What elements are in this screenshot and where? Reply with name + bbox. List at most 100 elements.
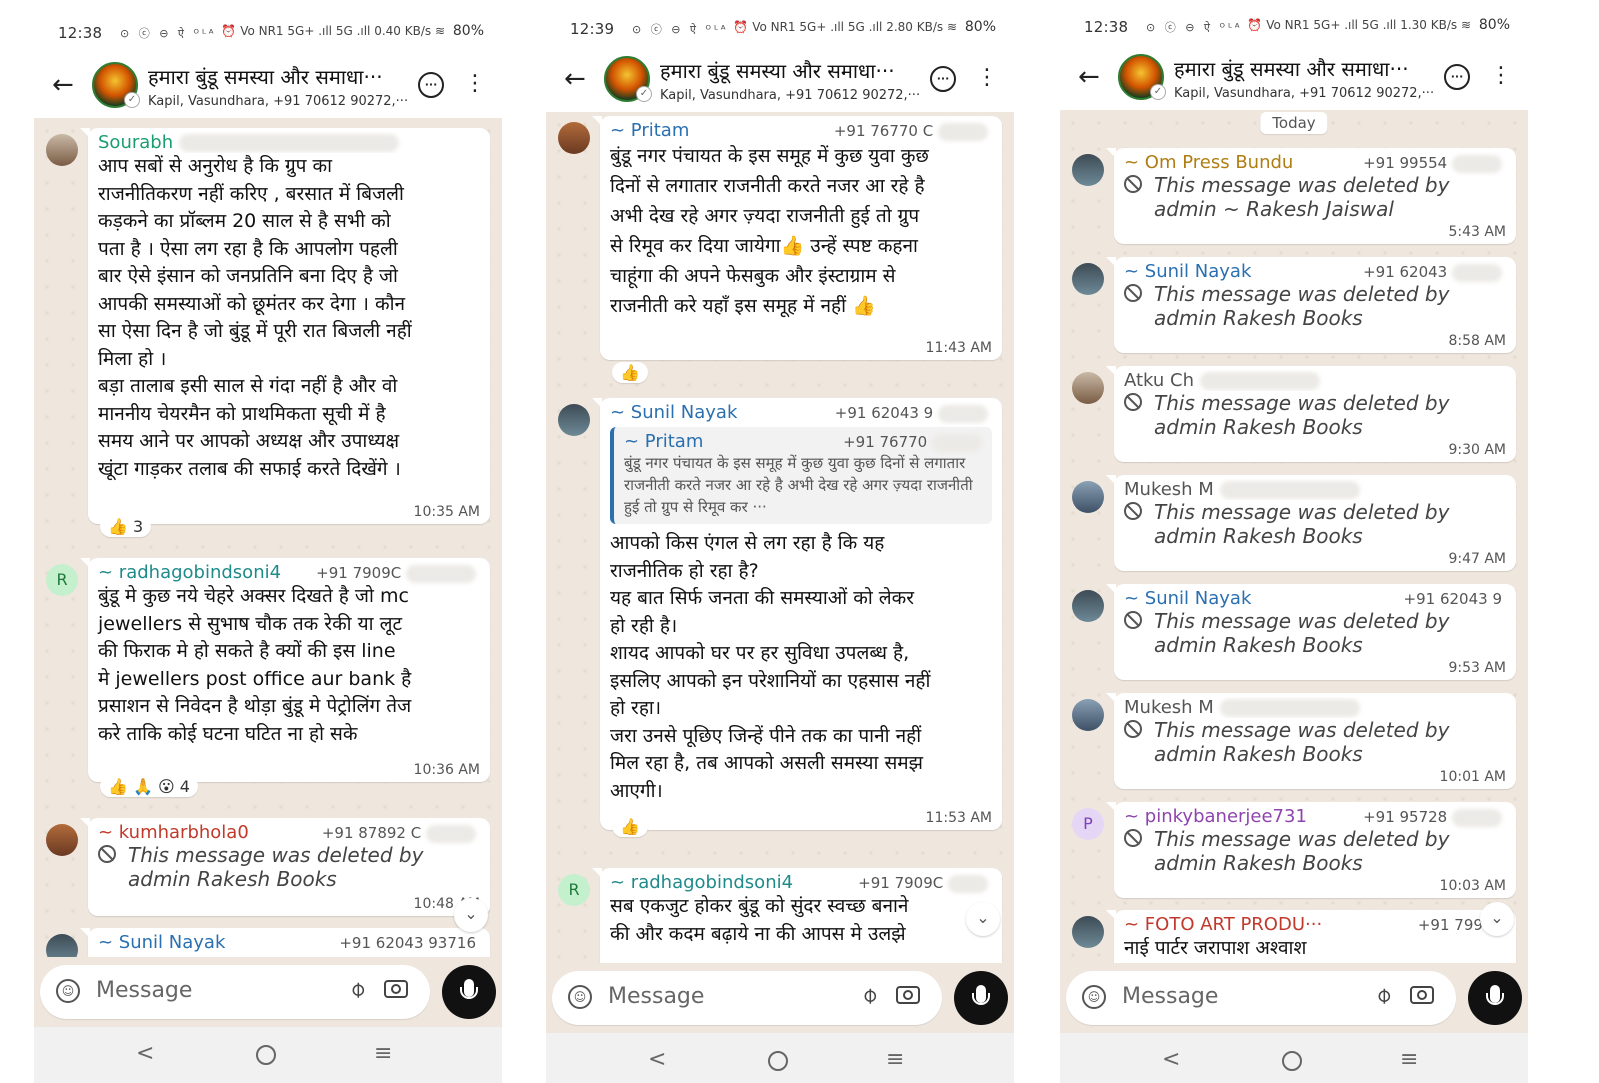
sender-name[interactable]: ~ FOTO ART PRODU··· +91 79922 (1124, 914, 1506, 935)
avatar[interactable] (1072, 590, 1104, 622)
sticker-icon[interactable]: ☺ (1082, 985, 1106, 1009)
sender-name[interactable]: ~ Sunil Nayak +91 62043 9 (610, 402, 992, 423)
chat-area[interactable]: ~ Pritam +91 76770 C बुंडू नगर पंचायत के … (546, 112, 1014, 965)
quoted-message[interactable]: ~ Pritam +91 76770 बुंडू नगर पंचायत के इ… (610, 427, 992, 524)
more-options-icon[interactable]: ⋮ (1488, 64, 1514, 90)
community-chat-icon[interactable]: ··· (418, 72, 444, 98)
message-bubble[interactable]: Atku Ch This message was deleted by admi… (1106, 366, 1516, 462)
group-members[interactable]: Kapil, Vasundhara, +91 70612 90272,··· (660, 88, 930, 103)
message-bubble[interactable]: ~ Sunil Nayak +91 62043 9 ~ Pritam +91 76… (592, 398, 1002, 830)
sender-name[interactable]: ~ kumharbhola0 +91 87892 C (98, 822, 480, 843)
group-avatar[interactable]: ✓ (604, 56, 652, 102)
scroll-to-bottom-button[interactable]: ⌄ (454, 898, 488, 932)
message-bubble[interactable]: ~ kumharbhola0 +91 87892 C This message w… (80, 818, 490, 916)
sender-name[interactable]: ~ radhagobindsoni4 +91 7909C (98, 562, 480, 583)
message-bubble[interactable]: ~ Sunil Nayak +91 62043 93716 (80, 928, 490, 958)
sender-name[interactable]: ~ pinkybanerjee731 +91 95728 (1124, 806, 1506, 827)
camera-icon[interactable] (384, 980, 408, 998)
reaction-pill[interactable]: 👍 (612, 362, 648, 383)
avatar[interactable] (1072, 481, 1104, 513)
avatar[interactable] (46, 134, 78, 166)
avatar[interactable] (1072, 154, 1104, 186)
nav-recents-icon[interactable]: ≡ (886, 1047, 904, 1072)
nav-back-icon[interactable]: < (136, 1041, 154, 1066)
scroll-to-bottom-button[interactable]: ⌄ (966, 902, 1000, 936)
scroll-to-bottom-button[interactable]: ⌄ (1480, 902, 1514, 936)
sender-name[interactable]: ~ radhagobindsoni4 +91 7909C (610, 872, 992, 893)
more-options-icon[interactable]: ⋮ (462, 72, 488, 98)
chat-area[interactable]: Sourabh आप सबों से अनुरोध है कि ग्रुप का… (34, 118, 502, 958)
group-members[interactable]: Kapil, Vasundhara, +91 70612 90272,··· (1174, 86, 1444, 101)
message-bubble[interactable]: ~ Sunil Nayak +91 62043 9 This message wa… (1106, 584, 1516, 680)
message-bubble[interactable]: ~ FOTO ART PRODU··· +91 79922 नाई पार्टर … (1106, 910, 1516, 963)
reaction-pill[interactable]: 👍 3 (100, 516, 152, 537)
attachment-icon[interactable]: ⌀ (344, 976, 371, 1003)
group-title[interactable]: हमारा बुंडू समस्या और समाधा··· (1174, 55, 1444, 82)
group-avatar[interactable]: ✓ (92, 62, 140, 108)
message-input[interactable]: ☺ Message ⌀ (1066, 971, 1456, 1025)
sender-name[interactable]: ~ Pritam +91 76770 C (610, 120, 992, 141)
nav-home-icon[interactable]: o (768, 1051, 788, 1071)
attachment-icon[interactable]: ⌀ (1370, 982, 1397, 1009)
avatar[interactable]: R (558, 874, 590, 906)
message-bubble[interactable]: ~ Om Press Bundu +91 99554 This message w… (1106, 148, 1516, 244)
sender-name[interactable]: ~ Sunil Nayak +91 62043 93716 (98, 932, 480, 953)
message-input[interactable]: ☺ Message ⌀ (40, 965, 430, 1019)
sender-name[interactable]: Mukesh M (1124, 697, 1506, 718)
message-bubble[interactable]: Mukesh M This message was deleted by adm… (1106, 693, 1516, 789)
sender-name[interactable]: ~ Sunil Nayak +91 62043 9 (1124, 588, 1506, 609)
community-chat-icon[interactable]: ··· (1444, 64, 1470, 90)
sticker-icon[interactable]: ☺ (568, 985, 592, 1009)
avatar[interactable]: R (46, 564, 78, 596)
message-bubble[interactable]: ~ radhagobindsoni4 +91 7909C सब एकजुट होक… (592, 868, 1002, 965)
group-members[interactable]: Kapil, Vasundhara, +91 70612 90272,··· (148, 94, 418, 109)
group-title[interactable]: हमारा बुंडू समस्या और समाधा··· (148, 63, 418, 90)
avatar[interactable] (558, 404, 590, 436)
nav-back-icon[interactable]: < (1162, 1047, 1180, 1072)
avatar[interactable] (46, 824, 78, 856)
nav-recents-icon[interactable]: ≡ (374, 1041, 392, 1066)
sender-name[interactable]: Mukesh M (1124, 479, 1506, 500)
reaction-pill[interactable]: 👍 🙏 😮 4 (100, 776, 198, 797)
message-input[interactable]: ☺ Message ⌀ (552, 971, 942, 1025)
back-arrow-icon[interactable]: ← (1078, 62, 1100, 92)
group-title[interactable]: हमारा बुंडू समस्या और समाधा··· (660, 57, 930, 84)
sender-name[interactable]: ~ Sunil Nayak +91 62043 (1124, 261, 1506, 282)
sender-name[interactable]: ~ Om Press Bundu +91 99554 (1124, 152, 1506, 173)
more-options-icon[interactable]: ⋮ (974, 66, 1000, 92)
message-bubble[interactable]: ~ radhagobindsoni4 +91 7909C बुंडू मे कुछ… (80, 558, 490, 782)
back-arrow-icon[interactable]: ← (52, 70, 74, 100)
chat-area[interactable]: Today ~ Om Press Bundu +91 99554 This mes… (1060, 110, 1528, 963)
speed: 0.40 KB/s (374, 24, 432, 38)
reaction-pill[interactable]: 👍 (612, 816, 648, 837)
community-chat-icon[interactable]: ··· (930, 66, 956, 92)
back-arrow-icon[interactable]: ← (564, 64, 586, 94)
voice-message-button[interactable] (442, 965, 496, 1019)
message-bubble[interactable]: ~ Sunil Nayak +91 62043 This message was … (1106, 257, 1516, 353)
message-bubble[interactable]: Mukesh M This message was deleted by adm… (1106, 475, 1516, 571)
nav-home-icon[interactable]: o (1282, 1051, 1302, 1071)
nav-home-icon[interactable]: o (256, 1045, 276, 1065)
message-bubble[interactable]: ~ pinkybanerjee731 +91 95728 This message… (1106, 802, 1516, 898)
group-avatar[interactable]: ✓ (1118, 54, 1166, 100)
avatar[interactable] (558, 122, 590, 154)
avatar[interactable] (46, 934, 78, 958)
message-bubble[interactable]: Sourabh आप सबों से अनुरोध है कि ग्रुप का… (80, 128, 490, 524)
avatar[interactable] (1072, 372, 1104, 404)
avatar[interactable] (1072, 263, 1104, 295)
voice-message-button[interactable] (954, 971, 1008, 1025)
camera-icon[interactable] (1410, 986, 1434, 1004)
avatar[interactable]: P (1072, 808, 1104, 840)
sticker-icon[interactable]: ☺ (56, 979, 80, 1003)
nav-recents-icon[interactable]: ≡ (1400, 1047, 1418, 1072)
avatar[interactable] (1072, 916, 1104, 948)
nav-back-icon[interactable]: < (648, 1047, 666, 1072)
camera-icon[interactable] (896, 986, 920, 1004)
avatar[interactable] (1072, 699, 1104, 731)
attachment-icon[interactable]: ⌀ (856, 982, 883, 1009)
voice-message-button[interactable] (1468, 971, 1522, 1025)
message-bubble[interactable]: ~ Pritam +91 76770 C बुंडू नगर पंचायत के … (592, 116, 1002, 360)
redacted-number (948, 874, 988, 893)
sender-name[interactable]: Sourabh (98, 132, 480, 153)
sender-name[interactable]: Atku Ch (1124, 370, 1506, 391)
